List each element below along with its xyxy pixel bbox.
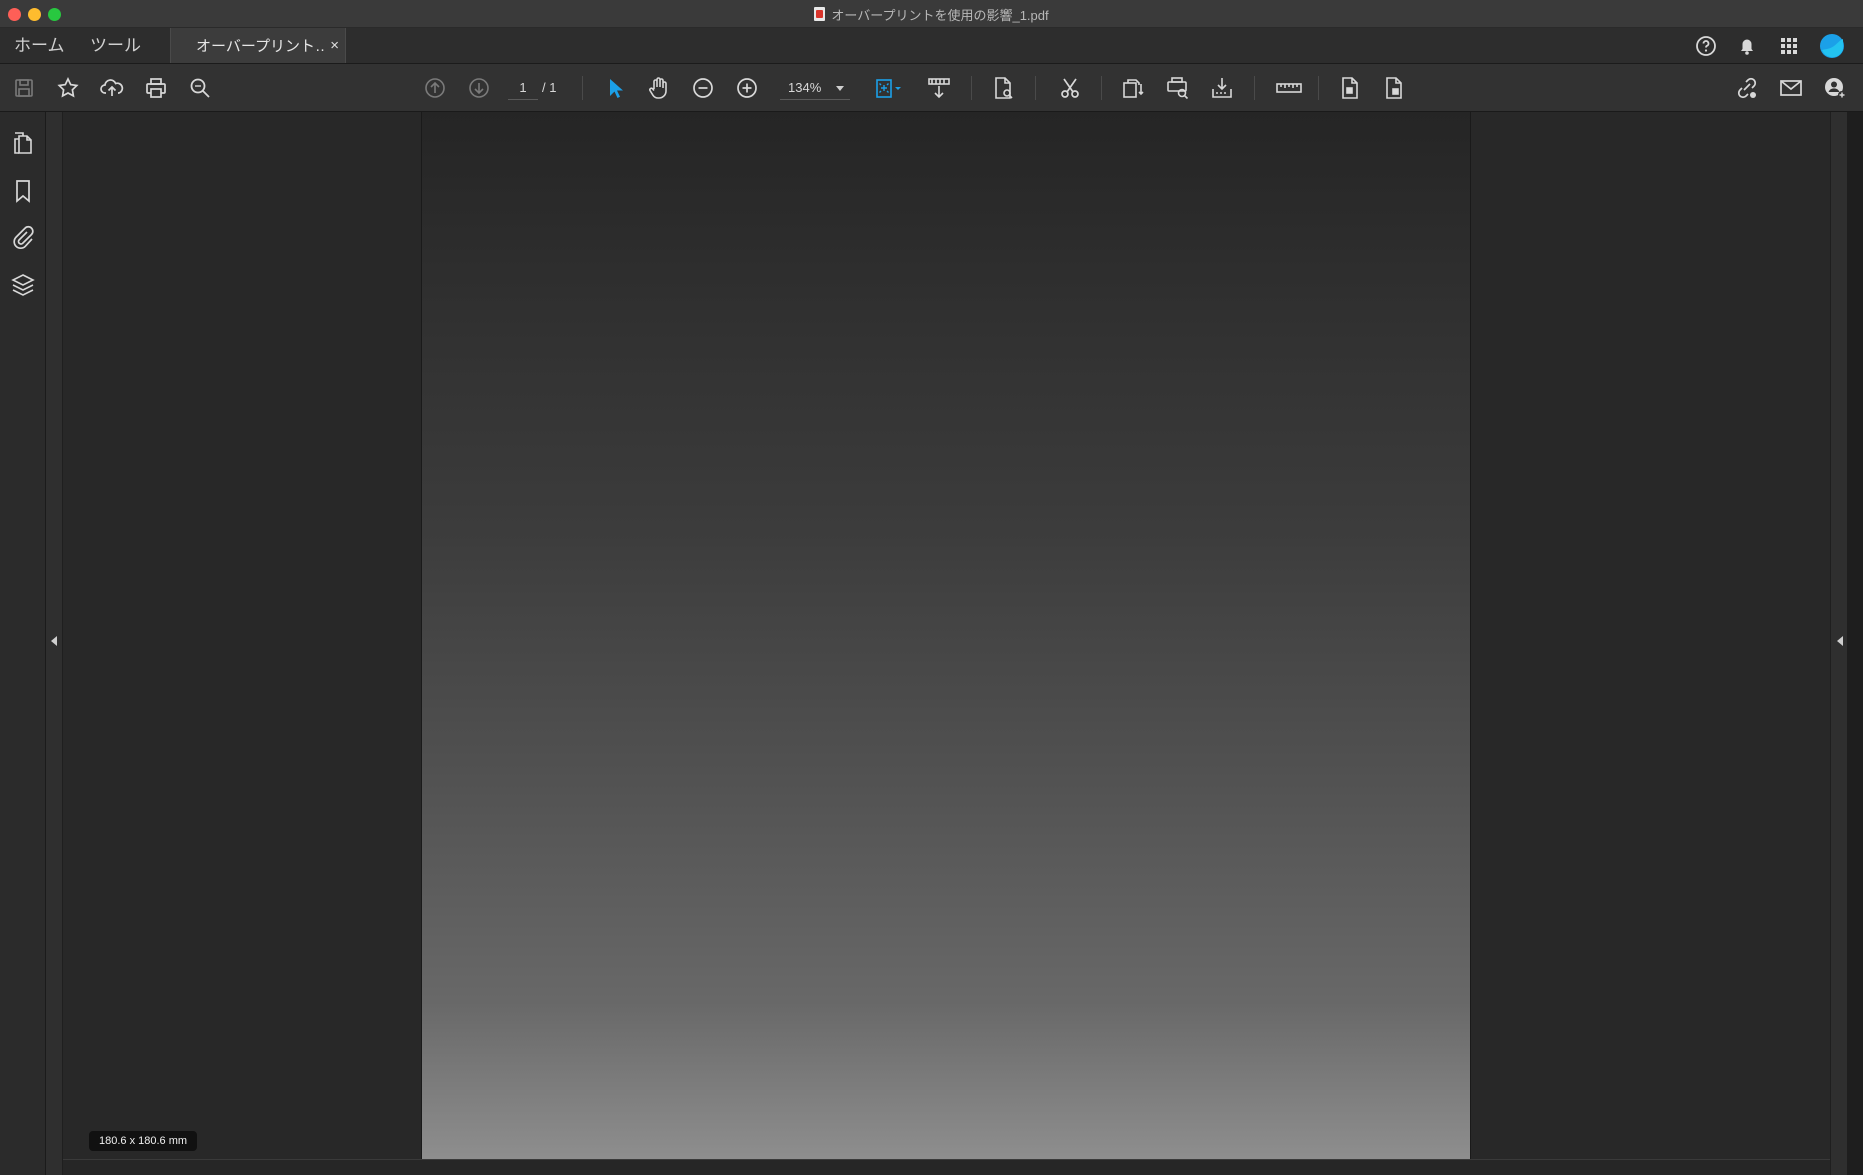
window-title-bar: オーバープリントを使用の影響_1.pdf bbox=[0, 0, 1863, 28]
toolbar-divider bbox=[971, 76, 972, 100]
zoom-in-icon[interactable] bbox=[733, 74, 761, 102]
page-number-input[interactable]: 1 bbox=[508, 77, 538, 100]
hand-tool-icon[interactable] bbox=[645, 74, 673, 102]
attachment-icon[interactable] bbox=[10, 224, 36, 250]
select-cursor-icon[interactable] bbox=[601, 74, 629, 102]
left-navigation-rail bbox=[0, 112, 46, 1175]
page-info-icon[interactable] bbox=[989, 74, 1017, 102]
output-preview-icon[interactable] bbox=[1120, 74, 1148, 102]
cloud-upload-icon[interactable] bbox=[98, 74, 126, 102]
star-icon[interactable] bbox=[54, 74, 82, 102]
top-right-actions bbox=[1683, 28, 1863, 63]
layers-icon[interactable] bbox=[10, 272, 36, 298]
help-icon[interactable] bbox=[1694, 34, 1718, 58]
tab-close-button[interactable]: × bbox=[330, 28, 339, 63]
pdf-file-icon bbox=[814, 7, 826, 21]
right-panel-toggle[interactable] bbox=[1830, 112, 1847, 1175]
preflight-icon[interactable] bbox=[1208, 74, 1236, 102]
apps-grid-icon[interactable] bbox=[1777, 34, 1801, 58]
zoom-out-icon[interactable] bbox=[689, 74, 717, 102]
scroll-mode-icon[interactable] bbox=[925, 74, 953, 102]
save-icon[interactable] bbox=[10, 74, 38, 102]
chevron-down-icon bbox=[836, 86, 844, 91]
page-dimensions-badge: 180.6 x 180.6 mm bbox=[89, 1131, 198, 1151]
print-production-icon[interactable] bbox=[1164, 74, 1192, 102]
scissors-icon[interactable] bbox=[1056, 74, 1084, 102]
zoom-level-value: 134% bbox=[788, 80, 822, 95]
tab-document-label: オーバープリント… bbox=[196, 38, 324, 55]
tab-bar: ホーム ツール オーバープリント… × bbox=[0, 28, 1863, 64]
account-avatar-icon[interactable] bbox=[1819, 33, 1845, 59]
email-icon[interactable] bbox=[1777, 74, 1805, 102]
print-icon[interactable] bbox=[142, 74, 170, 102]
add-user-icon[interactable] bbox=[1821, 74, 1849, 102]
window-title-text: オーバープリントを使用の影響_1.pdf bbox=[831, 7, 1049, 23]
main-toolbar: 1 / 1 134% bbox=[0, 64, 1863, 112]
document-icon[interactable] bbox=[1336, 74, 1364, 102]
bell-icon[interactable] bbox=[1735, 34, 1759, 58]
toolbar-divider bbox=[1035, 76, 1036, 100]
zoom-level-select[interactable]: 134% bbox=[780, 77, 850, 100]
search-icon[interactable] bbox=[186, 74, 214, 102]
next-page-icon[interactable] bbox=[465, 74, 493, 102]
horizontal-scrollbar[interactable] bbox=[63, 1159, 1830, 1175]
toolbar-divider bbox=[1101, 76, 1102, 100]
bookmark-icon[interactable] bbox=[10, 178, 36, 204]
expand-right-icon bbox=[1837, 636, 1843, 646]
collapse-left-icon bbox=[51, 636, 57, 646]
pages-icon[interactable] bbox=[10, 130, 36, 156]
previous-page-icon[interactable] bbox=[421, 74, 449, 102]
tab-document[interactable]: オーバープリント… × bbox=[170, 28, 346, 63]
share-link-icon[interactable] bbox=[1733, 74, 1761, 102]
window-title: オーバープリントを使用の影響_1.pdf bbox=[0, 0, 1863, 28]
toolbar-divider bbox=[1318, 76, 1319, 100]
document-viewport[interactable] bbox=[63, 112, 1830, 1159]
fit-page-icon[interactable] bbox=[870, 74, 910, 102]
page-total-label: / 1 bbox=[542, 80, 557, 95]
toolbar-divider bbox=[582, 76, 583, 100]
document-properties-icon[interactable] bbox=[1380, 74, 1408, 102]
ruler-icon[interactable] bbox=[1272, 74, 1306, 102]
tab-tools[interactable]: ツール bbox=[90, 28, 141, 63]
pdf-page[interactable] bbox=[421, 112, 1471, 1159]
tab-home[interactable]: ホーム bbox=[14, 28, 65, 63]
toolbar-divider bbox=[1254, 76, 1255, 100]
left-panel-toggle[interactable] bbox=[46, 112, 63, 1175]
